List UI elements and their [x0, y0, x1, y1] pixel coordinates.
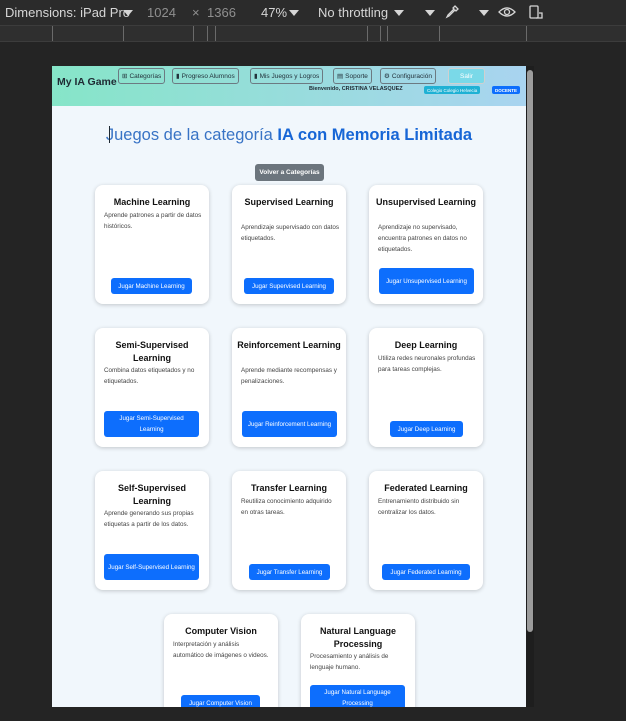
game-card: Semi-Supervised Learning Combina datos e… — [95, 328, 209, 447]
game-card: Natural Language Processing Procesamient… — [301, 614, 415, 707]
card-title: Unsupervised Learning — [375, 197, 477, 207]
card-description: Interpretación y análisis automático de … — [173, 641, 269, 659]
card-description: Reutiliza conocimiento adquirido en otra… — [241, 498, 332, 516]
support-icon: ▤ — [337, 73, 344, 80]
height-input[interactable]: 1366 — [207, 5, 236, 20]
card-description: Aprende patrones a partir de datos histó… — [104, 212, 202, 230]
nav-support-button[interactable]: ▤ Soporte — [333, 68, 372, 84]
page-title: Juegos de la categoría IA con Memoria Li… — [52, 126, 526, 145]
game-card: Reinforcement Learning Aprende mediante … — [232, 328, 346, 447]
viewport-scrollbar-thumb[interactable] — [527, 70, 533, 632]
card-title: Transfer Learning — [250, 483, 328, 493]
chevron-down-icon[interactable] — [394, 10, 404, 16]
nav-progress-button[interactable]: ▮ Progreso Alumnos — [172, 68, 239, 84]
card-description: Aprendizaje supervisado con datos etique… — [241, 224, 340, 242]
nav-label: Configuración — [391, 72, 432, 80]
nav-label: Progreso Alumnos — [181, 72, 235, 80]
card-title: Deep Learning — [394, 340, 458, 350]
welcome-text: Bienvenido, CRISTINA VELASQUEZ — [309, 86, 403, 92]
game-card: Machine Learning Aprende patrones a part… — [95, 185, 209, 304]
card-description: Aprendizaje no supervisado, encuentra pa… — [378, 224, 467, 253]
play-game-button[interactable]: Jugar Computer Vision — [181, 695, 260, 707]
bar-chart-icon: ▮ — [254, 73, 258, 80]
card-description: Procesamiento y análisis de lenguaje hum… — [310, 653, 389, 671]
game-card: Transfer Learning Reutiliza conocimiento… — [232, 471, 346, 590]
play-game-button[interactable]: Jugar Deep Learning — [390, 421, 463, 437]
play-game-button[interactable]: Jugar Self-Supervised Learning — [104, 554, 199, 580]
page-title-category: IA con Memoria Limitada — [277, 126, 473, 144]
gear-icon: ⚙ — [384, 73, 390, 80]
card-title: Natural Language Processing — [319, 626, 396, 649]
logout-button[interactable]: Salir — [448, 68, 485, 84]
chevron-down-icon[interactable] — [289, 10, 299, 16]
text-caret — [109, 126, 110, 143]
card-title: Supervised Learning — [244, 197, 334, 207]
nav-my-games-button[interactable]: ▮ Mis Juegos y Logros — [250, 68, 324, 84]
card-description: Combina datos etiquetados y no etiquetad… — [104, 367, 195, 385]
zoom-select[interactable]: 47% — [261, 5, 287, 20]
card-title: Federated Learning — [384, 483, 468, 493]
game-card: Self-Supervised Learning Aprende generan… — [95, 471, 209, 590]
rotate-device-icon[interactable] — [527, 4, 543, 20]
game-card: Deep Learning Utiliza redes neuronales p… — [369, 328, 483, 447]
brand-logo[interactable]: My IA Game — [57, 76, 117, 88]
card-title: Reinforcement Learning — [237, 340, 341, 350]
nav-categories-button[interactable]: ⊞ Categorías — [118, 68, 166, 84]
emulated-viewport: My IA Game ⊞ Categorías ▮ Progreso Alumn… — [52, 66, 526, 707]
play-game-button[interactable]: Jugar Unsupervised Learning — [379, 268, 474, 294]
school-badge: Colegio Colegio Helvecia — [424, 86, 481, 94]
game-card: Federated Learning Entrenamiento distrib… — [369, 471, 483, 590]
nav-label: Mis Juegos y Logros — [259, 72, 320, 80]
play-game-button[interactable]: Jugar Natural Language Processing — [310, 685, 405, 707]
card-description: Entrenamiento distribuido sin centraliza… — [378, 498, 460, 516]
chevron-down-icon[interactable] — [479, 10, 489, 16]
game-card: Unsupervised Learning Aprendizaje no sup… — [369, 185, 483, 304]
page-title-prefix: Juegos de la categoría — [105, 126, 273, 144]
card-description: Utiliza redes neuronales profundas para … — [378, 355, 476, 373]
more-options-chevron-icon[interactable] — [425, 10, 435, 16]
throttling-select[interactable]: No throttling — [318, 5, 388, 20]
play-game-button[interactable]: Jugar Machine Learning — [111, 278, 192, 294]
back-to-categories-button[interactable]: Volver a Categorías — [255, 164, 324, 181]
nav-label: Categorías — [129, 72, 162, 80]
media-query-ruler — [0, 25, 626, 42]
play-game-button[interactable]: Jugar Federated Learning — [382, 564, 470, 580]
game-card: Supervised Learning Aprendizaje supervis… — [232, 185, 346, 304]
card-description: Aprende mediante recompensas y penalizac… — [241, 367, 337, 385]
bar-chart-icon: ▮ — [176, 73, 180, 80]
nav-label: Soporte — [345, 72, 368, 80]
card-title: Machine Learning — [113, 197, 191, 207]
play-game-button[interactable]: Jugar Transfer Learning — [249, 564, 330, 580]
play-game-button[interactable]: Jugar Supervised Learning — [244, 278, 334, 294]
card-description: Aprende generando sus propias etiquetas … — [104, 510, 194, 528]
grid-icon: ⊞ — [122, 73, 128, 80]
card-title: Semi-Supervised Learning — [115, 340, 189, 363]
card-title: Computer Vision — [185, 626, 257, 636]
eyedropper-icon[interactable] — [444, 4, 460, 20]
role-badge: DOCENTE — [492, 86, 521, 94]
card-title: Self-Supervised Learning — [117, 483, 187, 506]
times-sign: × — [192, 5, 200, 20]
dimensions-select[interactable]: Dimensions: iPad Pro — [5, 5, 130, 20]
eye-icon[interactable] — [498, 5, 516, 19]
top-navbar: My IA Game ⊞ Categorías ▮ Progreso Alumn… — [52, 66, 526, 106]
game-card: Computer Vision Interpretación y análisi… — [164, 614, 278, 707]
chevron-down-icon[interactable] — [123, 10, 133, 16]
devtools-device-toolbar: Dimensions: iPad Pro 1024 × 1366 47% No … — [0, 0, 626, 25]
play-game-button[interactable]: Jugar Reinforcement Learning — [242, 411, 337, 437]
nav-settings-button[interactable]: ⚙ Configuración — [380, 68, 436, 84]
width-input[interactable]: 1024 — [147, 5, 176, 20]
play-game-button[interactable]: Jugar Semi-Supervised Learning — [104, 411, 199, 437]
